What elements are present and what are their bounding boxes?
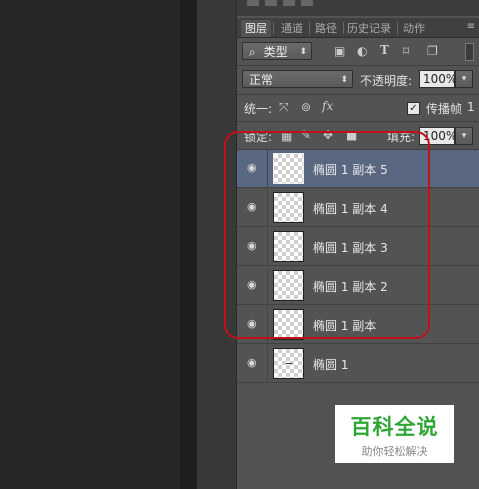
tool-icon[interactable]	[283, 0, 295, 6]
layer-thumbnail	[273, 309, 304, 340]
fill-input[interactable]: 100%	[419, 127, 457, 145]
layer-row[interactable]: ◉ 椭圆 1 副本 3	[237, 228, 479, 266]
collapsed-panel-strip	[197, 0, 237, 489]
fill-label: 填充:	[387, 130, 416, 144]
divider	[237, 94, 479, 95]
layer-thumbnail	[273, 270, 304, 301]
tool-icon[interactable]	[247, 0, 259, 6]
document-canvas	[0, 0, 180, 489]
divider	[237, 65, 479, 66]
lock-move-icon[interactable]: ✥	[323, 128, 333, 142]
eye-icon[interactable]: ◉	[247, 240, 259, 252]
tab-paths[interactable]: 路径	[311, 20, 341, 37]
layer-name[interactable]: 椭圆 1 副本 3	[313, 239, 388, 256]
tab-divider	[397, 22, 398, 34]
layer-thumbnail	[273, 153, 304, 184]
divider	[267, 150, 268, 188]
layer-row[interactable]: ◉ 椭圆 1	[237, 345, 479, 383]
tab-history[interactable]: 历史记录	[343, 20, 395, 37]
eye-icon[interactable]: ◉	[247, 201, 259, 213]
layer-row[interactable]: ◉ 椭圆 1 副本 4	[237, 189, 479, 227]
smart-object-filter-icon[interactable]: ❐	[427, 44, 438, 58]
layer-thumbnail	[273, 192, 304, 223]
unify-label: 统一:	[244, 102, 273, 116]
watermark-subtitle: 助你轻松解决	[361, 445, 428, 458]
tab-layers[interactable]: 图层	[241, 20, 271, 37]
divider	[267, 306, 268, 344]
tab-channels[interactable]: 通道	[277, 20, 307, 37]
layer-row[interactable]: ◉ 椭圆 1 副本 5	[237, 150, 479, 188]
tool-icon[interactable]	[301, 0, 313, 6]
lock-all-icon[interactable]: ■	[346, 128, 357, 142]
unify-visibility-icon[interactable]: ⊚	[301, 100, 311, 114]
divider	[267, 228, 268, 266]
tab-actions[interactable]: 动作	[399, 20, 429, 37]
watermark-logo: 百科全说 助你轻松解决	[335, 405, 454, 463]
layer-name[interactable]: 椭圆 1 副本 5	[313, 161, 388, 178]
shape-filter-icon[interactable]: ⌑	[403, 44, 409, 58]
search-icon: ⌕	[249, 45, 256, 59]
propagate-frame-checkbox[interactable]: ✓	[407, 102, 420, 115]
divider	[267, 189, 268, 227]
filter-toggle-switch[interactable]	[465, 43, 474, 61]
layer-name[interactable]: 椭圆 1	[313, 356, 348, 373]
tool-icon[interactable]	[265, 0, 277, 6]
unify-style-icon[interactable]: fx	[322, 99, 333, 113]
layer-row[interactable]: ◉ 椭圆 1 副本	[237, 306, 479, 344]
chevron-updown-icon: ⬍	[299, 47, 307, 57]
divider	[267, 267, 268, 305]
adjustment-filter-icon[interactable]: ◐	[357, 44, 367, 58]
canvas-gutter	[180, 0, 197, 489]
chevron-down-icon[interactable]: ▾	[455, 127, 473, 145]
watermark-title: 百科全说	[350, 415, 439, 439]
lock-row: 锁定: ▦ ✎ ✥ ■ 填充: 100% ▾	[237, 124, 479, 148]
type-filter-icon[interactable]: T	[380, 43, 389, 57]
eye-icon[interactable]: ◉	[247, 279, 259, 291]
eye-icon[interactable]: ◉	[247, 162, 259, 174]
divider	[267, 345, 268, 383]
pixel-filter-icon[interactable]: ▣	[334, 44, 345, 58]
layer-row[interactable]: ◉ 椭圆 1 副本 2	[237, 267, 479, 305]
tab-divider	[273, 22, 274, 34]
panel-tabs: 图层 通道 路径 历史记录 动作 ≡	[237, 18, 479, 38]
propagate-frame-number: 1	[467, 100, 475, 114]
eye-icon[interactable]: ◉	[247, 357, 259, 369]
blend-mode-dropdown[interactable]: 正常 ⬍	[242, 70, 353, 88]
thumbnail-mark	[286, 363, 292, 364]
lock-transparent-icon[interactable]: ▦	[281, 129, 292, 143]
panel-menu-icon[interactable]: ≡	[467, 21, 475, 32]
opacity-label: 不透明度:	[360, 74, 413, 88]
blend-row: 正常 ⬍ 不透明度: 100% ▾	[237, 68, 479, 92]
chevron-updown-icon: ⬍	[340, 75, 348, 85]
blend-mode-value: 正常	[249, 73, 274, 87]
top-toolbar-strip	[237, 0, 479, 16]
layer-name[interactable]: 椭圆 1 副本 2	[313, 278, 388, 295]
unify-position-icon[interactable]: ⤧	[279, 100, 289, 115]
filter-kind-dropdown[interactable]: ⌕ 类型 ⬍	[242, 42, 312, 60]
divider	[237, 121, 479, 122]
eye-icon[interactable]: ◉	[247, 318, 259, 330]
layer-name[interactable]: 椭圆 1 副本	[313, 317, 376, 334]
lock-brush-icon[interactable]: ✎	[301, 128, 311, 142]
propagate-frame-label: 传播帧	[426, 102, 463, 116]
unify-row: 统一: ⤧ ⊚ fx ✓ 传播帧 1	[237, 97, 479, 119]
filter-row: ⌕ 类型 ⬍ ▣ ◐ T ⌑ ❐	[237, 40, 479, 64]
opacity-input[interactable]: 100%	[419, 70, 457, 88]
chevron-down-icon[interactable]: ▾	[455, 70, 473, 88]
filter-kind-label: 类型	[263, 45, 288, 59]
tab-divider	[309, 22, 310, 34]
lock-label: 锁定:	[244, 130, 273, 144]
layer-thumbnail	[273, 348, 304, 379]
layer-name[interactable]: 椭圆 1 副本 4	[313, 200, 388, 217]
layer-thumbnail	[273, 231, 304, 262]
